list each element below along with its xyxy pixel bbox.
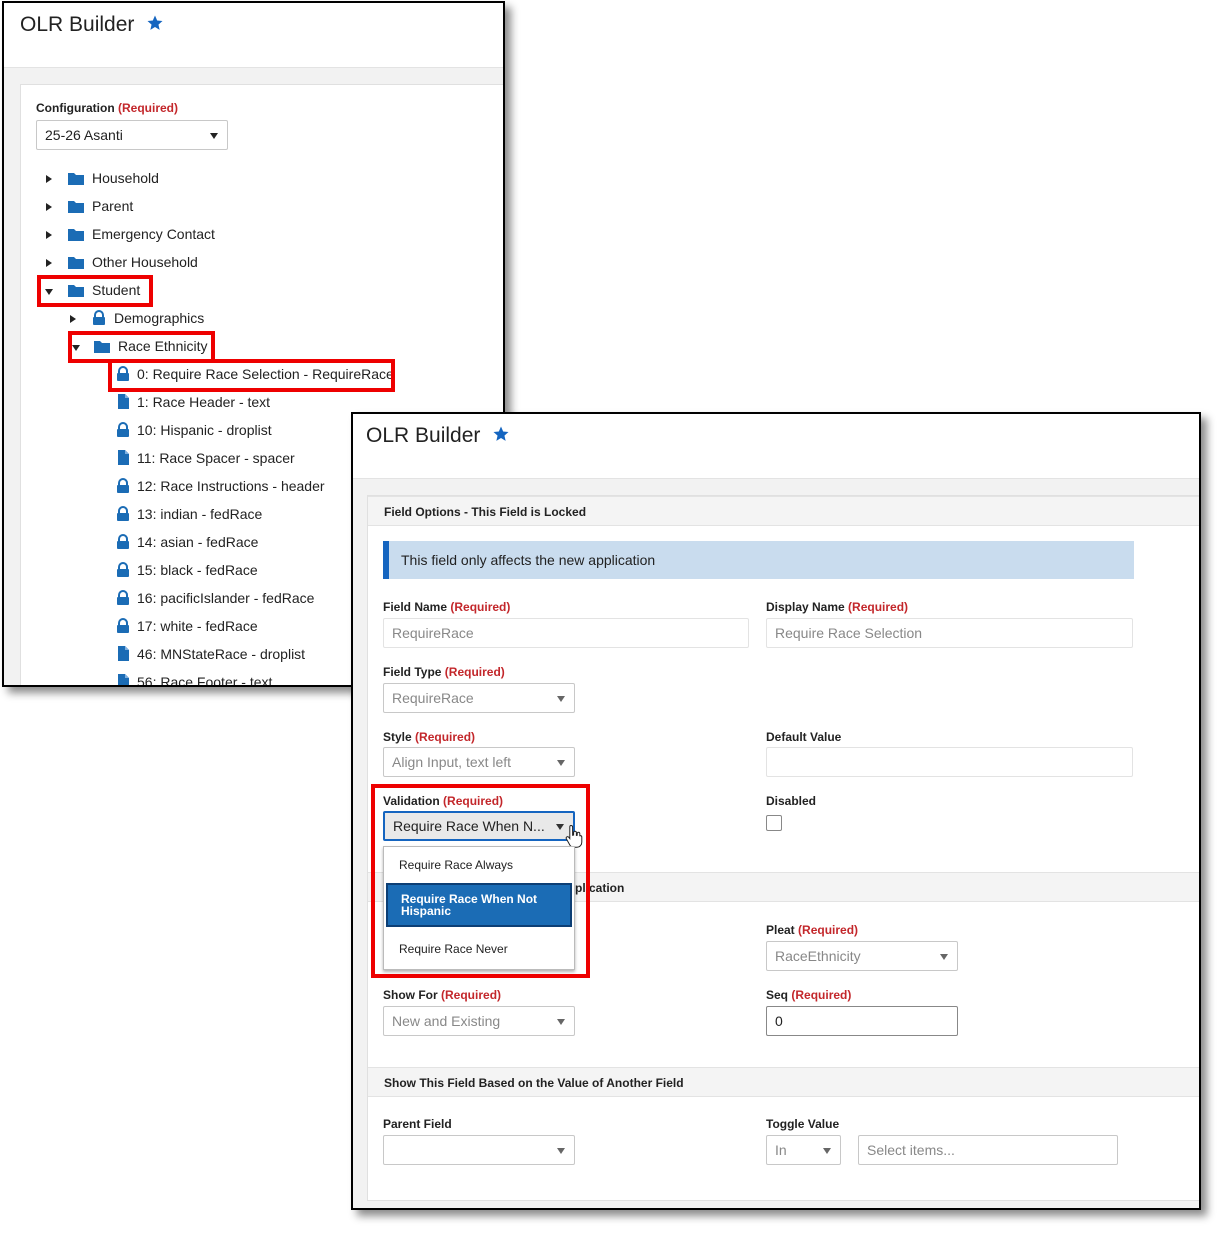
chevron-down-icon [557,696,565,702]
tree-field-label: 10: Hispanic - droplist [137,422,272,438]
default-value-input[interactable] [766,747,1133,777]
lock-icon [117,506,129,521]
tree-item-parent[interactable]: Parent [46,196,133,216]
toggle-items-input[interactable]: Select items... [858,1135,1118,1165]
chevron-down-icon [557,1148,565,1154]
tree-field-label: 15: black - fedRace [137,562,258,578]
seq-input[interactable]: 0 [766,1006,958,1036]
lock-icon [117,590,129,605]
lock-icon [117,422,129,437]
file-icon [118,646,129,661]
toggle-operator-select[interactable]: In [766,1135,841,1165]
chevron-down-icon [940,954,948,960]
field-options-header: Field Options - This Field is Locked [368,496,1199,526]
default-value-label: Default Value [766,730,842,744]
show-for-select[interactable]: New and Existing [383,1006,575,1036]
file-icon [118,674,129,685]
field-type-select[interactable]: RequireRace [383,683,575,713]
favorite-star-icon[interactable] [492,425,510,443]
folder-icon [68,201,84,213]
info-banner: This field only affects the new applicat… [383,541,1134,579]
configuration-label: Configuration (Required) [36,101,178,115]
expand-arrow-icon[interactable] [46,175,52,183]
field-name-label: Field Name (Required) [383,600,511,614]
expand-arrow-icon[interactable] [46,231,52,239]
conditional-section-header: Show This Field Based on the Value of An… [368,1067,1199,1097]
display-name-label: Display Name (Required) [766,600,909,614]
folder-icon [68,257,84,269]
student-highlight-box [37,275,153,307]
toggle-value-label: Toggle Value [766,1117,840,1131]
tree-field-label: 46: MNStateRace - droplist [137,646,306,662]
disabled-checkbox[interactable] [766,815,782,831]
tree-field-label: 1: Race Header - text [137,394,271,410]
expand-arrow-icon[interactable] [46,203,52,211]
expand-arrow-icon[interactable] [46,259,52,267]
display-name-input[interactable]: Require Race Selection [766,618,1133,648]
validation-highlight-box [371,784,590,978]
field-name-input[interactable]: RequireRace [383,618,749,648]
folder-icon [68,173,84,185]
right-title-bar: OLR Builder [353,414,1199,479]
field-type-label: Field Type (Required) [383,665,505,679]
chevron-down-icon [557,760,565,766]
tree-field-label: 12: Race Instructions - header [137,478,325,494]
expand-arrow-icon[interactable] [70,315,76,323]
parent-field-select[interactable] [383,1135,575,1165]
left-page-title: OLR Builder [20,13,164,37]
file-icon [118,450,129,465]
left-title-bar: OLR Builder [4,3,503,68]
pleat-label: Pleat (Required) [766,923,859,937]
require-race-highlight-box [108,359,395,392]
lock-icon [117,478,129,493]
pleat-select[interactable]: RaceEthnicity [766,941,958,971]
olr-builder-field-panel: OLR Builder Field Options - This Field i… [351,412,1201,1210]
lock-icon [93,310,105,325]
chevron-down-icon [823,1148,831,1154]
tree-item-other-household[interactable]: Other Household [46,252,198,272]
seq-label: Seq (Required) [766,988,852,1002]
lock-icon [117,562,129,577]
tree-field-label: 11: Race Spacer - spacer [137,450,295,466]
style-label: Style (Required) [383,730,476,744]
tree-field-label: 56: Race Footer - text [137,674,273,687]
tree-field-label: 14: asian - fedRace [137,534,259,550]
configuration-select[interactable]: 25-26 Asanti [36,120,228,150]
disabled-label: Disabled [766,794,817,808]
folder-icon [68,229,84,241]
lock-icon [117,618,129,633]
show-for-label: Show For (Required) [383,988,502,1002]
tree-item-demographics[interactable]: Demographics [70,308,204,328]
parent-field-label: Parent Field [383,1117,452,1131]
chevron-down-icon [210,133,218,139]
tree-field-label: 16: pacificIslander - fedRace [137,590,315,606]
tree-field-label: 17: white - fedRace [137,618,258,634]
style-select[interactable]: Align Input, text left [383,747,575,777]
lock-icon [117,534,129,549]
file-icon [118,394,129,409]
tree-item-emergency-contact[interactable]: Emergency Contact [46,224,215,244]
tree-field-label: 13: indian - fedRace [137,506,263,522]
tree-item-household[interactable]: Household [46,168,159,188]
right-page-title: OLR Builder [366,424,510,448]
favorite-star-icon[interactable] [146,14,164,32]
chevron-down-icon [557,1019,565,1025]
